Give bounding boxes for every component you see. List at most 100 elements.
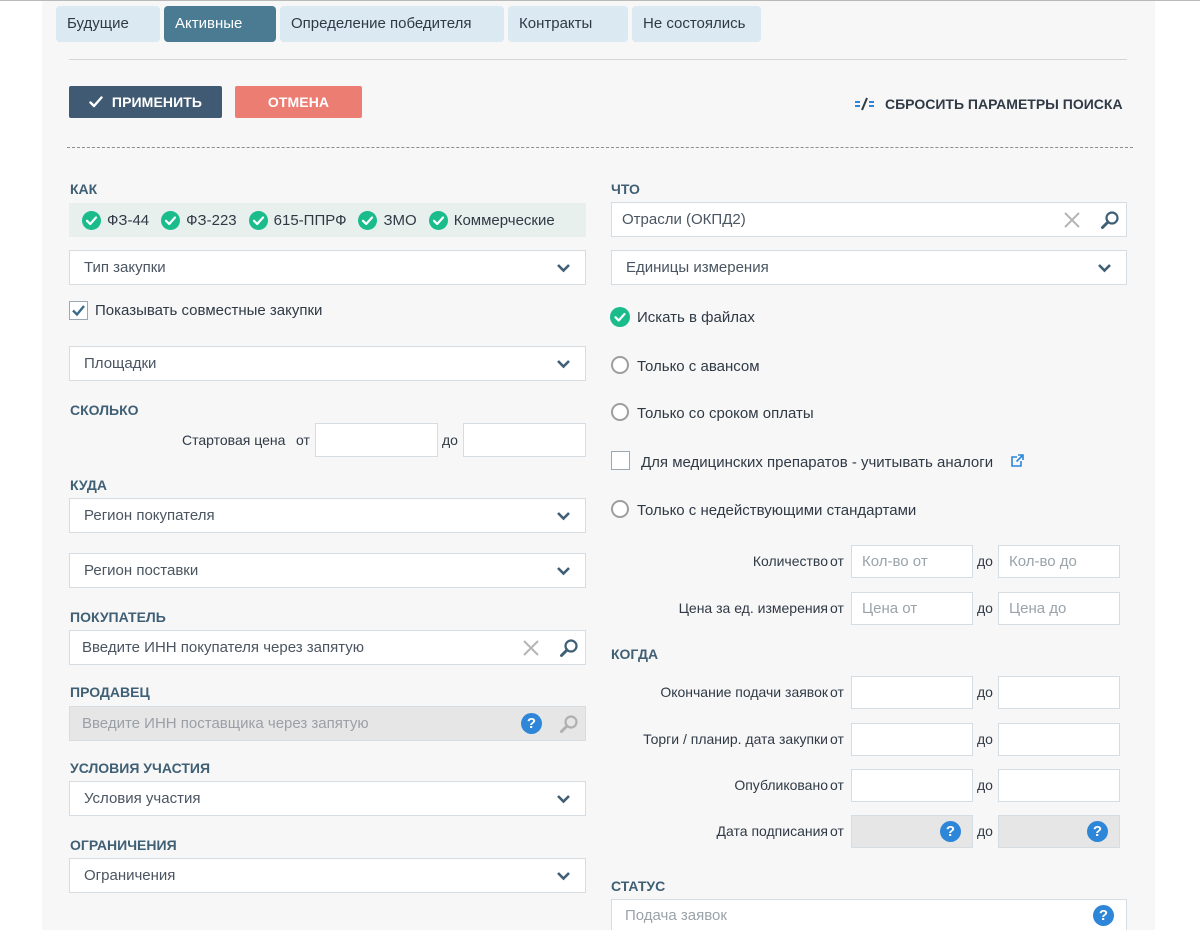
chevron-down-icon [1098, 264, 1111, 273]
signed-from-input: ? [851, 815, 973, 848]
chevron-down-icon [557, 264, 570, 273]
chip-law-223[interactable]: ФЗ-223 [161, 210, 237, 230]
restrictions-select[interactable]: Ограничения [69, 858, 586, 893]
published-from-label: от [830, 777, 844, 793]
help-icon[interactable]: ? [521, 713, 542, 734]
tab-winner-determination[interactable]: Определение победителя [280, 6, 504, 42]
deadline-from-label: от [830, 684, 844, 700]
units-select[interactable]: Единицы измерения [611, 250, 1127, 285]
platforms-value: Площадки [84, 355, 157, 372]
unit-price-from-placeholder: Цена от [862, 600, 918, 617]
medicine-analogs-checkbox[interactable] [611, 451, 630, 470]
chip-law-44[interactable]: ФЗ-44 [82, 210, 149, 230]
buyer-inn-placeholder: Введите ИНН покупателя через запятую [82, 639, 365, 656]
section-title-conditions: УСЛОВИЯ УЧАСТИЯ [70, 760, 211, 776]
external-link-icon[interactable] [1010, 453, 1025, 468]
signed-to-label: до [977, 823, 993, 839]
unit-price-from-input[interactable]: Цена от [851, 592, 973, 625]
help-icon[interactable]: ? [1087, 821, 1108, 842]
tab-future[interactable]: Будущие [56, 6, 160, 42]
chip-law-zmo[interactable]: ЗМО [358, 210, 417, 230]
auction-from-input[interactable] [851, 723, 973, 756]
status-select[interactable]: Подача заявок ? [611, 899, 1127, 930]
advance-only-radio[interactable] [611, 356, 629, 374]
invalid-standards-label: Только с недействующими стандартами [637, 502, 917, 519]
check-circle-icon[interactable] [610, 307, 630, 327]
auction-date-label: Торги / планир. дата закупки [643, 731, 828, 747]
search-icon [560, 715, 578, 733]
search-icon[interactable] [559, 638, 579, 658]
chevron-down-icon [557, 512, 570, 521]
section-title-buyer: ПОКУПАТЕЛЬ [70, 609, 166, 625]
check-circle-icon [248, 210, 268, 230]
reset-search-button[interactable]: СБРОСИТЬ ПАРАМЕТРЫ ПОИСКА [855, 94, 1123, 114]
start-price-to-input[interactable] [463, 423, 586, 457]
quantity-to-input[interactable]: Кол-во до [998, 545, 1120, 578]
buyer-region-select[interactable]: Регион покупателя [69, 498, 586, 533]
section-title-where: КУДА [70, 477, 107, 493]
units-value: Единицы измерения [626, 259, 769, 276]
reset-filter-icon [855, 97, 874, 111]
divider [69, 59, 1127, 60]
platforms-select[interactable]: Площадки [69, 346, 586, 381]
deadline-from-input[interactable] [851, 676, 973, 709]
unit-price-label: Цена за ед. измерения [678, 600, 828, 616]
conditions-select[interactable]: Условия участия [69, 781, 586, 816]
unit-price-to-input[interactable]: Цена до [998, 592, 1120, 625]
unit-price-to-label: до [977, 600, 993, 616]
chip-label: 615-ППРФ [273, 211, 347, 229]
help-icon[interactable]: ? [1093, 905, 1114, 926]
chip-law-commercial[interactable]: Коммерческие [428, 210, 555, 230]
delivery-region-select[interactable]: Регион поставки [69, 553, 586, 588]
check-circle-icon [82, 210, 101, 230]
check-icon [89, 96, 103, 108]
clear-icon[interactable] [522, 639, 540, 657]
signed-to-input: ? [998, 815, 1120, 848]
auction-to-input[interactable] [998, 723, 1120, 756]
chip-label: ЗМО [383, 211, 417, 229]
published-from-input[interactable] [851, 769, 973, 802]
cancel-label: ОТМЕНА [267, 94, 330, 110]
chip-law-615[interactable]: 615-ППРФ [248, 210, 347, 230]
published-to-input[interactable] [998, 769, 1120, 802]
help-icon[interactable]: ? [940, 821, 961, 842]
industries-input[interactable]: Отрасли (ОКПД2) [611, 202, 1127, 237]
quantity-from-input[interactable]: Кол-во от [851, 545, 973, 578]
tab-contracts[interactable]: Контракты [508, 6, 628, 42]
apply-button[interactable]: ПРИМЕНИТЬ [69, 86, 222, 118]
quantity-from-placeholder: Кол-во от [862, 553, 928, 570]
clear-icon[interactable] [1063, 211, 1081, 229]
chevron-down-icon [557, 567, 570, 576]
payment-term-radio[interactable] [611, 403, 629, 421]
reset-label: СБРОСИТЬ ПАРАМЕТРЫ ПОИСКА [885, 96, 1123, 112]
payment-term-label: Только со сроком оплаты [637, 405, 814, 422]
seller-inn-input[interactable]: Введите ИНН поставщика через запятую ? [69, 706, 586, 741]
advance-only-label: Только с авансом [637, 358, 760, 375]
quantity-from-label: от [830, 553, 844, 569]
chevron-down-icon [557, 795, 570, 804]
chevron-down-icon [557, 360, 570, 369]
deadline-to-input[interactable] [998, 676, 1120, 709]
start-price-from-input[interactable] [315, 423, 438, 457]
chip-label: ФЗ-223 [186, 211, 237, 229]
joint-purchases-checkbox[interactable] [69, 301, 88, 320]
tab-failed[interactable]: Не состоялись [632, 6, 761, 42]
price-from-label: от [296, 432, 310, 448]
buyer-inn-input[interactable]: Введите ИНН покупателя через запятую [69, 630, 586, 665]
industries-value: Отрасли (ОКПД2) [622, 211, 746, 228]
section-title-how-much: СКОЛЬКО [70, 402, 139, 418]
restrictions-value: Ограничения [84, 867, 176, 884]
unit-price-to-placeholder: Цена до [1009, 600, 1067, 617]
purchase-type-select[interactable]: Тип закупки [69, 250, 586, 285]
search-icon[interactable] [1100, 210, 1120, 230]
check-circle-icon [161, 210, 181, 230]
conditions-value: Условия участия [84, 790, 201, 807]
quantity-label: Количество [752, 553, 828, 569]
invalid-standards-radio[interactable] [611, 500, 629, 518]
dashed-divider [67, 147, 1133, 148]
law-filter-chips: ФЗ-44 ФЗ-223 615-ППРФ ЗМО Коммерческие [69, 203, 586, 237]
published-label: Опубликовано [734, 777, 828, 793]
medicine-analogs-label: Для медицинских препаратов - учитывать а… [641, 454, 994, 471]
cancel-button[interactable]: ОТМЕНА [235, 86, 362, 118]
tab-active[interactable]: Активные [164, 6, 276, 42]
